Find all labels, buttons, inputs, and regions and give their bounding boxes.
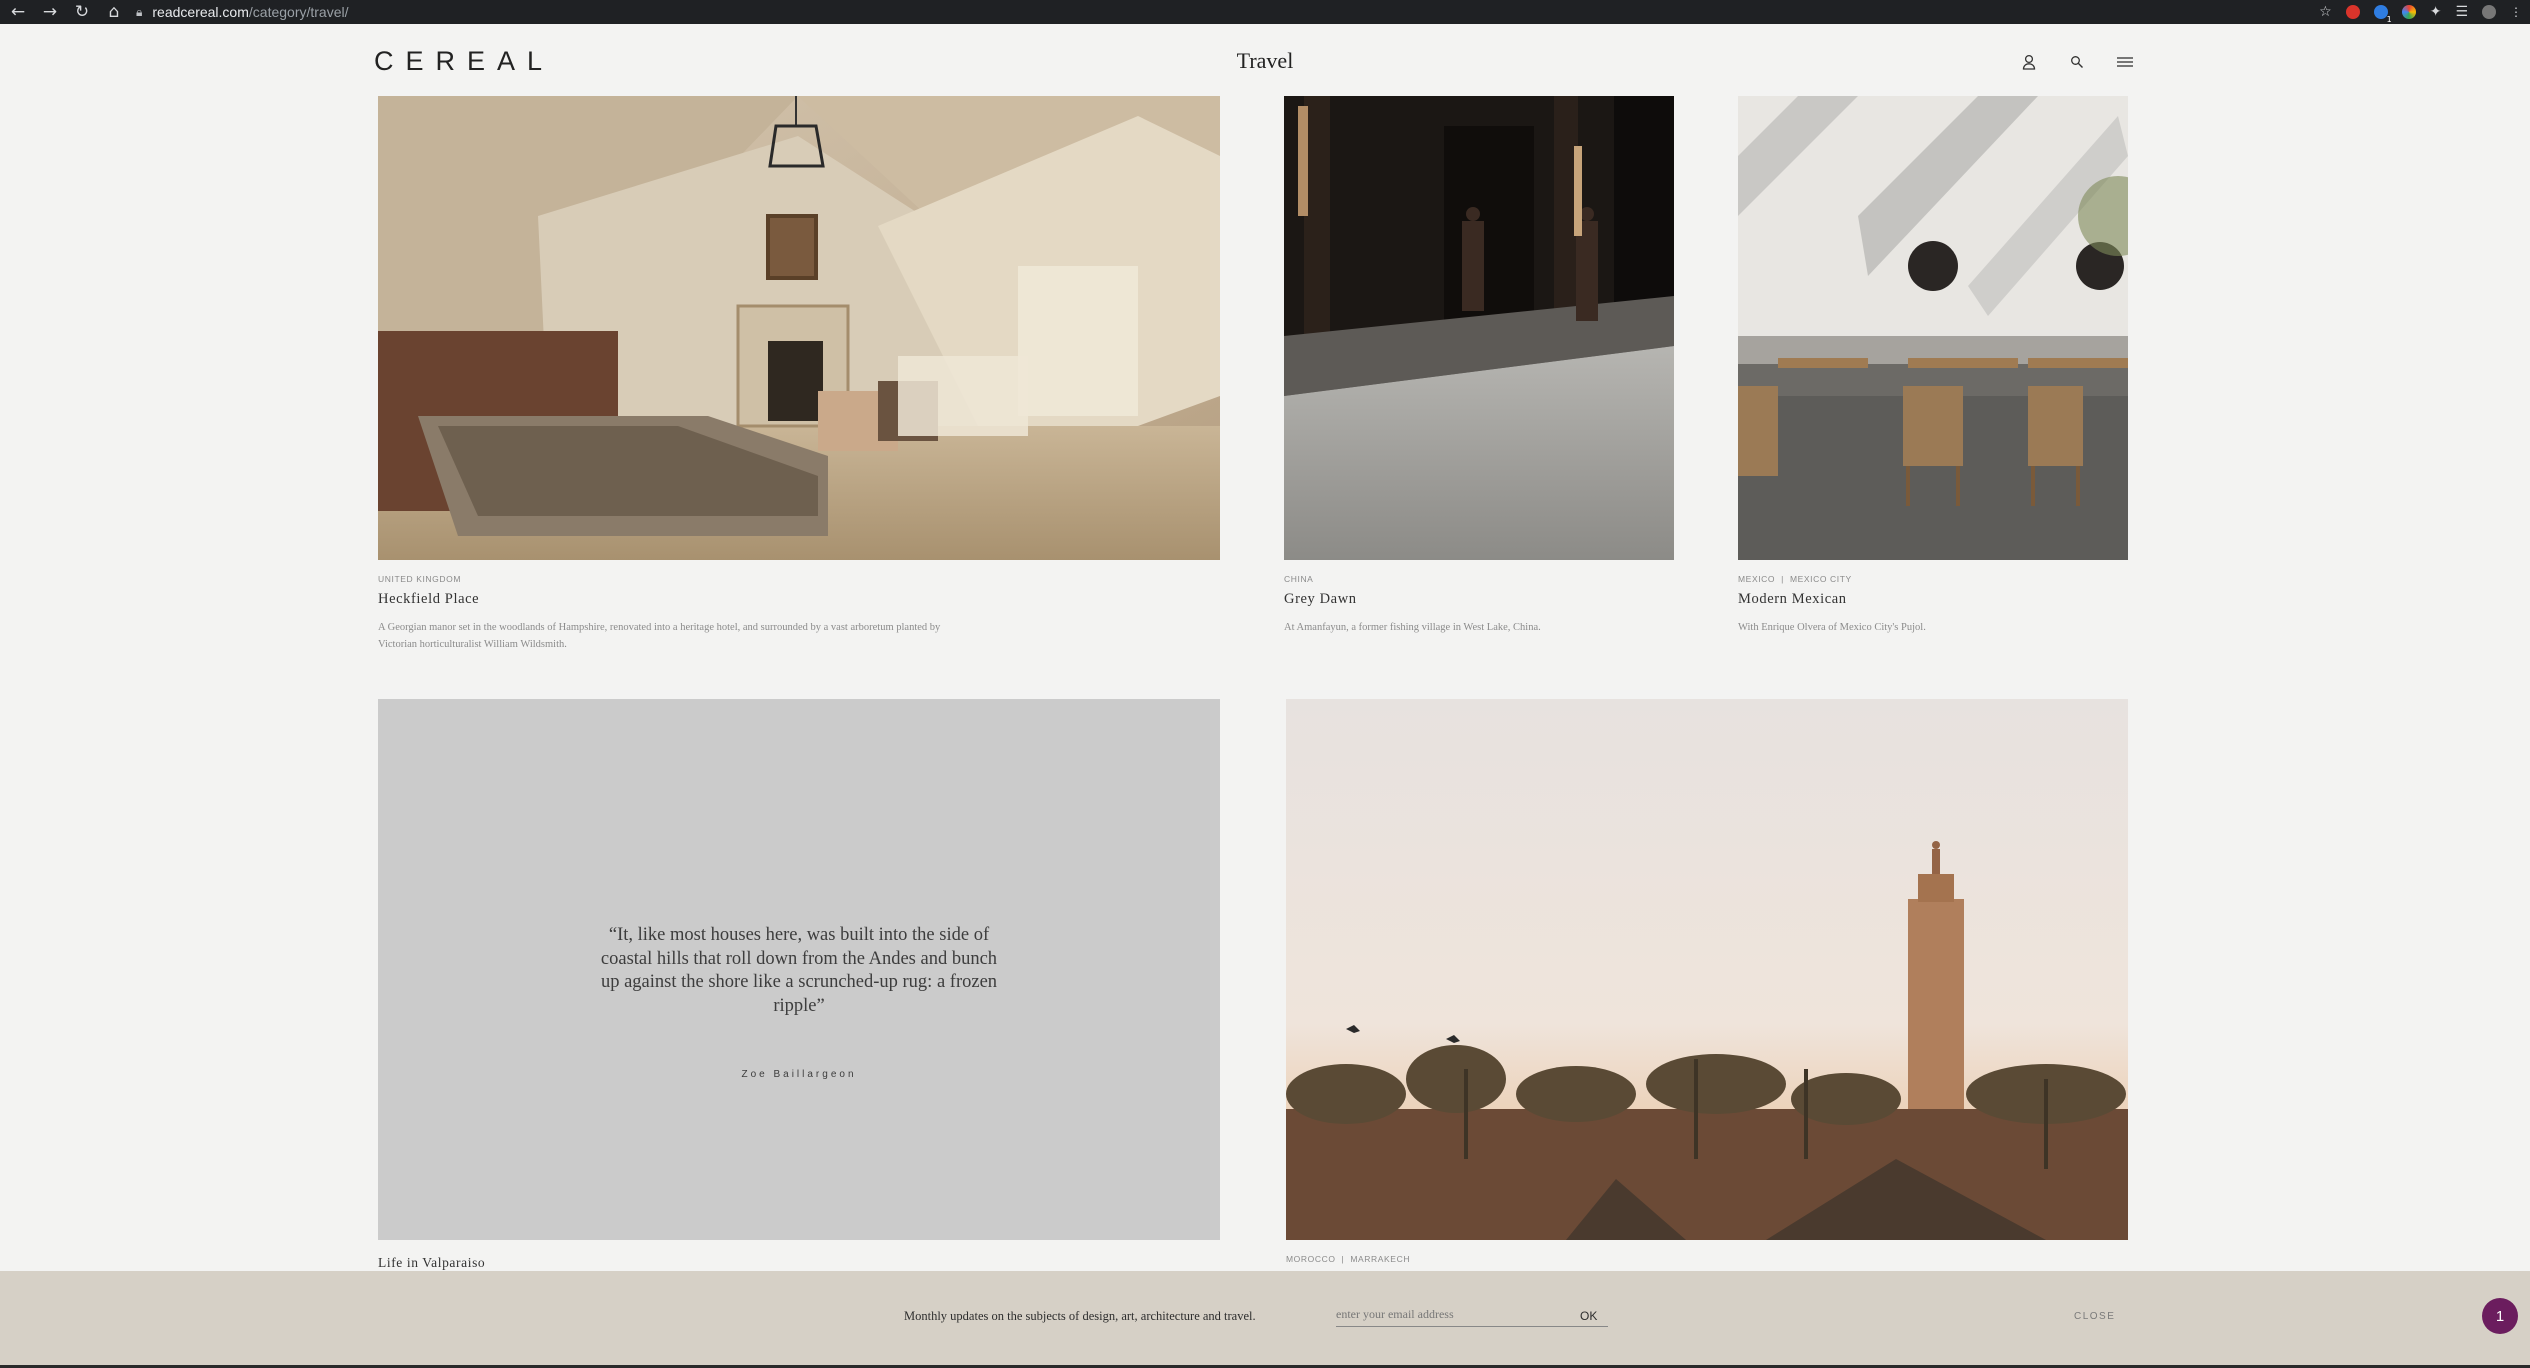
article-card[interactable]: CHINA Grey Dawn At Amanfayun, a former f… [1284, 96, 1674, 656]
browser-toolbar: ← → ↻ ⌂ 🔒︎ readcereal.com /category/trav… [0, 0, 2530, 24]
extensions-area: ☆ 1 ✦ ☰ ⋮ [2319, 0, 2530, 24]
extension-red-icon[interactable] [2345, 5, 2360, 19]
subscribe-ok-button[interactable]: OK [1580, 1309, 1597, 1323]
browser-nav: ← → ↻ ⌂ [2, 0, 130, 24]
location-city[interactable]: MARRAKECH [1350, 1254, 1410, 1264]
location-country[interactable]: CHINA [1284, 574, 1313, 584]
article-card[interactable]: MEXICO | MEXICO CITY Modern Mexican With E… [1738, 96, 2128, 656]
article-image[interactable] [1284, 96, 1674, 560]
home-icon[interactable]: ⌂ [98, 0, 130, 24]
extension-blue-icon[interactable]: 1 [2373, 5, 2392, 24]
site-header: CEREAL Travel [0, 24, 2530, 96]
page-title: Travel [1236, 48, 1294, 73]
reading-list-icon[interactable]: ☰ [2455, 4, 2468, 20]
chat-notification-badge[interactable]: 1 [2482, 1298, 2518, 1334]
article-description: With Enrique Olvera of Mexico City's Puj… [1738, 622, 1926, 633]
email-field[interactable] [1336, 1303, 1608, 1327]
bookmark-star-icon[interactable]: ☆ [2319, 4, 2332, 20]
article-card[interactable]: MOROCCO | MARRAKECH [1286, 699, 2128, 1271]
article-description: A Georgian manor set in the woodlands of… [378, 622, 941, 650]
article-title[interactable]: Grey Dawn [1284, 591, 1357, 608]
profile-avatar[interactable] [2482, 5, 2496, 19]
url-path: /category/travel/ [248, 4, 349, 20]
article-location: CHINA [1284, 574, 1313, 584]
menu-icon[interactable] [2114, 52, 2136, 72]
extensions-puzzle-icon[interactable]: ✦ [2430, 4, 2442, 20]
lock-icon: 🔒︎ [136, 4, 143, 19]
quote-card[interactable]: “It, like most houses here, was built in… [378, 699, 1220, 1240]
header-actions [2018, 52, 2136, 72]
location-city[interactable]: MEXICO CITY [1790, 574, 1852, 584]
article-card[interactable]: UNITED KINGDOM Heckfield Place A Georgia… [378, 96, 1220, 656]
reload-icon[interactable]: ↻ [66, 0, 98, 24]
search-icon[interactable] [2066, 52, 2088, 72]
quote-author: Zoe Baillargeon [741, 1069, 857, 1080]
back-arrow-icon[interactable]: ← [2, 0, 34, 24]
article-location: UNITED KINGDOM [378, 574, 461, 584]
address-bar[interactable]: 🔒︎ readcereal.com /category/travel/ [136, 4, 349, 20]
article-image[interactable] [1738, 96, 2128, 560]
location-country[interactable]: MEXICO [1738, 574, 1775, 584]
article-image[interactable] [1286, 699, 2128, 1240]
extension-color-icon[interactable] [2401, 5, 2416, 19]
url-host: readcereal.com [152, 4, 249, 20]
article-title[interactable]: Life in Valparaiso [378, 1255, 485, 1271]
article-card[interactable]: Life in Valparaiso [378, 1250, 778, 1270]
article-location: MEXICO | MEXICO CITY [1738, 574, 1852, 584]
article-description: At Amanfayun, a former fishing village i… [1284, 622, 1541, 633]
location-country[interactable]: MOROCCO [1286, 1254, 1336, 1264]
newsletter-text: Monthly updates on the subjects of desig… [904, 1309, 1256, 1323]
pull-quote: “It, like most houses here, was built in… [600, 925, 998, 1016]
article-title[interactable]: Heckfield Place [378, 591, 479, 608]
browser-menu-icon[interactable]: ⋮ [2510, 5, 2522, 19]
newsletter-bar: Monthly updates on the subjects of desig… [0, 1271, 2530, 1365]
forward-arrow-icon[interactable]: → [34, 0, 66, 24]
location-separator: | [1341, 1254, 1345, 1264]
location-country[interactable]: UNITED KINGDOM [378, 574, 461, 584]
account-icon[interactable] [2018, 52, 2040, 72]
extension-badge: 1 [2386, 15, 2392, 24]
article-location: MOROCCO | MARRAKECH [1286, 1254, 1410, 1264]
article-image[interactable] [378, 96, 1220, 560]
close-newsletter-button[interactable]: CLOSE [2074, 1311, 2115, 1322]
location-separator: | [1781, 574, 1784, 584]
article-title[interactable]: Modern Mexican [1738, 591, 1847, 608]
